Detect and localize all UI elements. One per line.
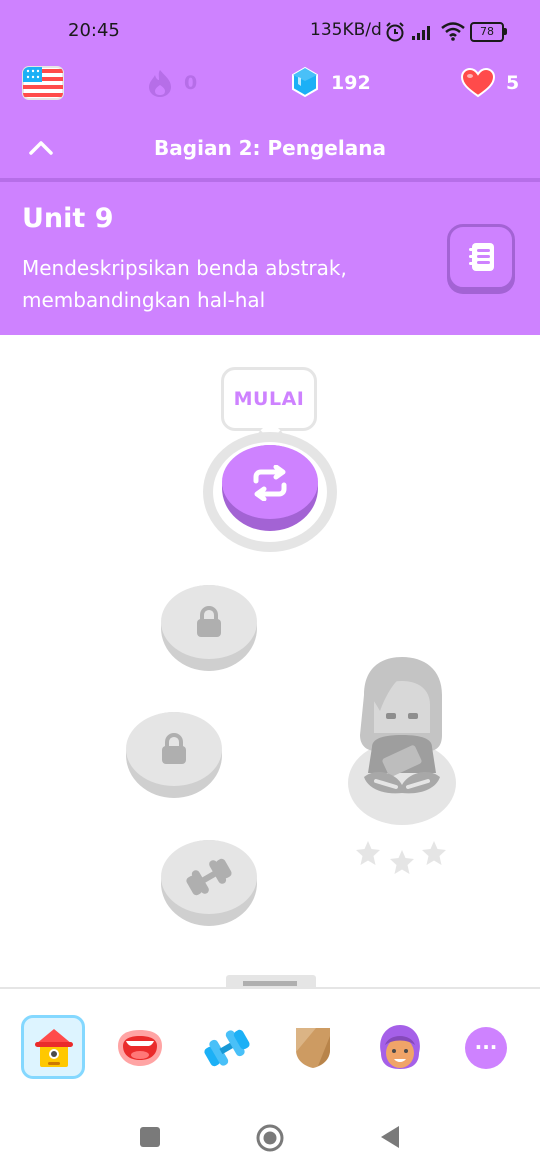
streak-flame-icon[interactable] [147, 68, 173, 98]
profile-icon[interactable] [375, 1023, 425, 1071]
signal-icon [412, 26, 430, 40]
battery-tip [504, 28, 507, 35]
battery-icon: 78 [470, 22, 504, 42]
locked-character-illustration [348, 657, 456, 825]
recent-apps-icon[interactable] [140, 1127, 160, 1147]
alarm-icon [386, 22, 404, 42]
practice-icon[interactable] [202, 1026, 252, 1070]
nav-home[interactable] [21, 1015, 85, 1079]
notebook-icon [469, 243, 494, 271]
locked-practice-button[interactable] [161, 840, 257, 926]
star-icon [356, 841, 380, 865]
unit-description: Mendeskripsikan benda abstrak, membandin… [22, 256, 347, 312]
locked-lesson-button[interactable] [161, 585, 257, 671]
gems-count: 192 [331, 72, 371, 94]
status-time: 20:45 [68, 20, 120, 41]
leagues-icon[interactable] [292, 1024, 334, 1070]
star-icon [422, 841, 446, 865]
us-flag-icon[interactable] [22, 66, 64, 100]
more-icon: ··· [474, 1035, 498, 1059]
back-triangle-icon[interactable] [378, 1124, 402, 1150]
top-bar [0, 60, 540, 180]
gem-icon[interactable] [291, 66, 319, 98]
wifi-icon [441, 22, 465, 41]
locked-lesson-button[interactable] [126, 712, 222, 798]
active-lesson-button[interactable] [222, 445, 318, 531]
scroll-handle-bar [243, 981, 297, 986]
hearts-count: 5 [506, 72, 520, 94]
home-icon [35, 1029, 73, 1067]
dumbbell-icon [186, 858, 232, 896]
guidebook-button[interactable] [447, 224, 515, 290]
heart-icon[interactable] [460, 68, 496, 98]
practice-repeat-icon [253, 465, 287, 501]
lock-icon [197, 605, 221, 637]
unit-title: Unit 9 [22, 203, 114, 234]
home-circle-icon[interactable] [255, 1123, 285, 1153]
section-title[interactable]: Bagian 2: Pengelana [0, 136, 540, 160]
streak-count: 0 [184, 72, 198, 94]
network-speed: 135KB/d [310, 20, 382, 40]
star-icon [390, 850, 414, 874]
more-button[interactable]: ··· [465, 1027, 507, 1069]
lock-icon [162, 732, 186, 764]
speaking-icon[interactable] [114, 1026, 166, 1070]
